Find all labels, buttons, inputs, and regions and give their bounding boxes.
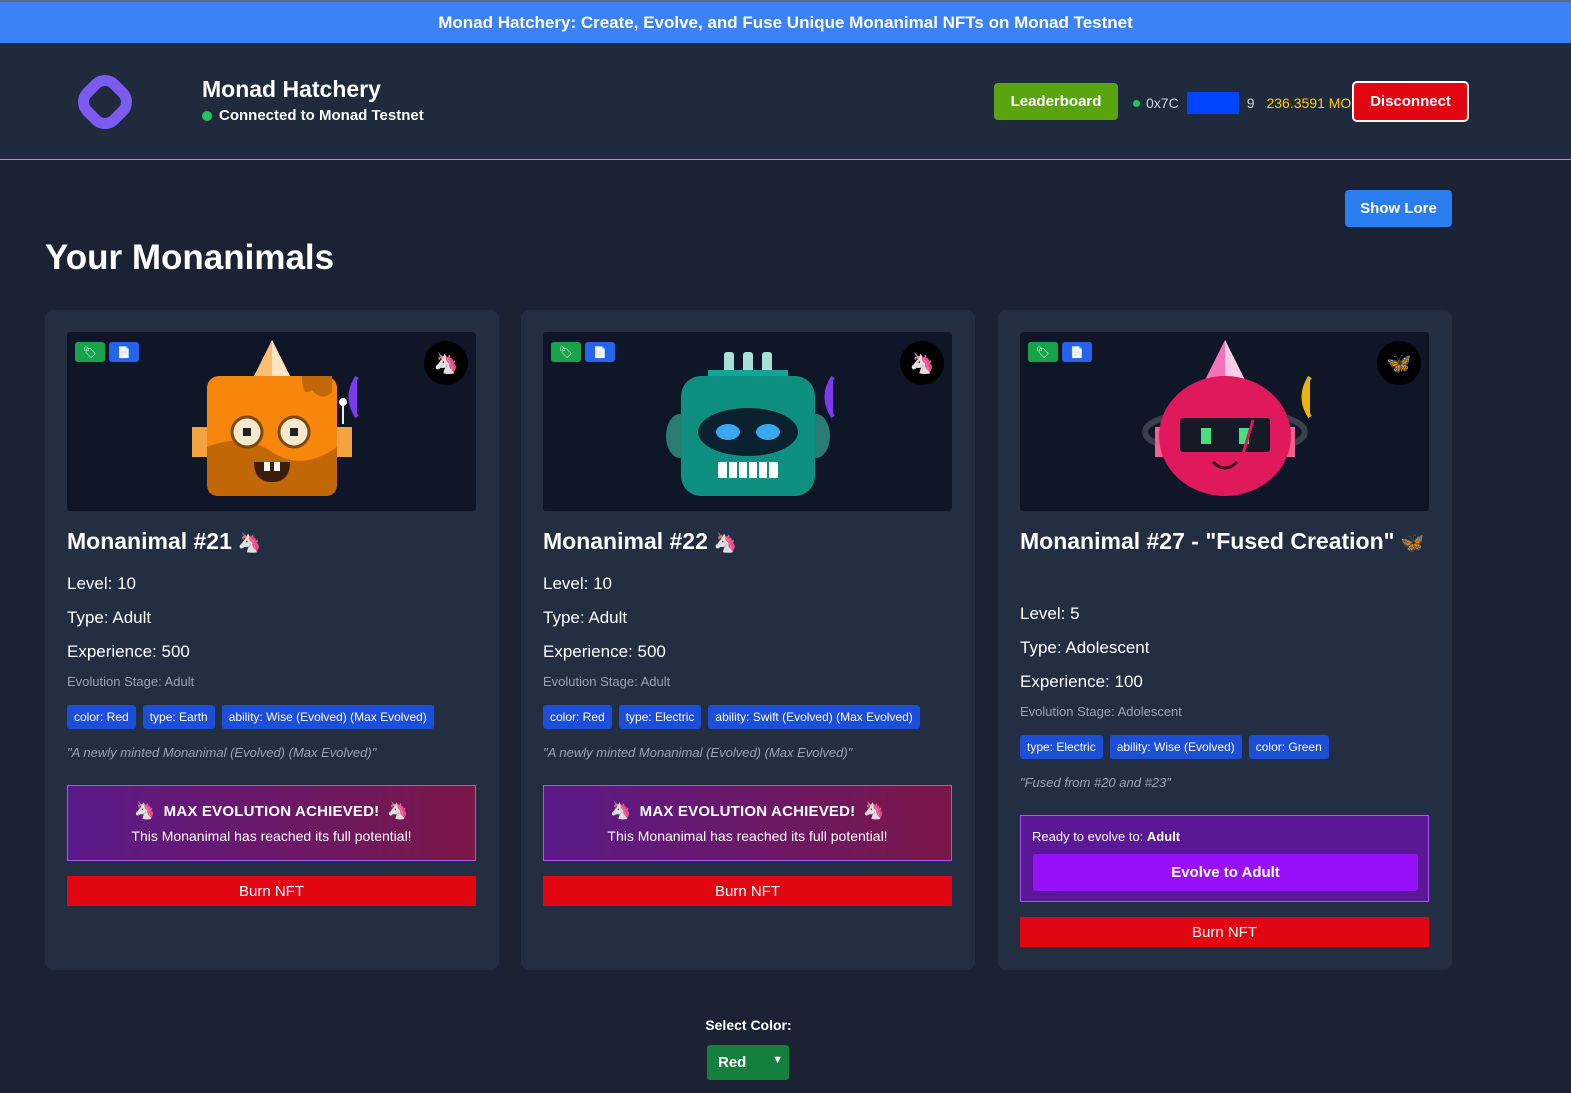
color-select-value: Red (718, 1054, 747, 1071)
leaderboard-button[interactable]: Leaderboard (994, 83, 1118, 120)
banner-text: Monad Hatchery: Create, Evolve, and Fuse… (438, 12, 1133, 32)
level-stat: Level: 5 (1020, 604, 1080, 623)
connection-status: Connected to Monad Testnet (202, 107, 424, 124)
pink-robot-creature (1142, 340, 1312, 496)
attribute-tag: ability: Wise (Evolved) (Max Evolved) (221, 705, 434, 729)
card-title: Monanimal #22 🦄 (543, 526, 953, 559)
burn-nft-button[interactable]: Burn NFT (543, 876, 952, 906)
page-title: Your Monanimals (45, 238, 335, 277)
level-stat: Level: 10 (67, 574, 136, 593)
burn-nft-button[interactable]: Burn NFT (1020, 917, 1429, 947)
experience-stat: Experience: 500 (543, 642, 666, 661)
attribute-tags: color: Red type: Electric ability: Swift… (543, 705, 920, 729)
app-title: Monad Hatchery (202, 76, 381, 102)
max-evolution-subtitle: This Monanimal has reached its full pote… (607, 828, 888, 844)
unicorn-icon: 🦄 (424, 341, 468, 385)
select-color-label: Select Color: (705, 1017, 792, 1033)
attribute-tag: color: Red (543, 705, 612, 729)
experience-stat: Experience: 100 (1020, 672, 1143, 691)
document-badge-icon[interactable]: 📄 (585, 342, 615, 362)
disconnect-button[interactable]: Disconnect (1352, 81, 1469, 122)
connected-indicator-icon (202, 110, 212, 121)
card-title-text: Monanimal #22 (543, 528, 708, 554)
max-evolution-banner: 🦄 MAX EVOLUTION ACHIEVED! 🦄 This Monanimal… (67, 785, 476, 861)
attribute-tag: ability: Wise (Evolved) (1109, 735, 1242, 759)
document-badge-icon[interactable]: 📄 (1062, 342, 1092, 362)
redacted-address-block (1186, 92, 1239, 114)
document-badge-icon[interactable]: 📄 (109, 342, 139, 362)
monanimal-image: 🏷 📄 🦋 (1020, 332, 1429, 511)
max-evolution-subtitle: This Monanimal has reached its full pote… (131, 828, 412, 844)
tag-badge-icon[interactable]: 🏷 (1028, 342, 1058, 362)
wallet-address-prefix: 0x7C (1146, 95, 1179, 111)
ready-prefix: Ready to evolve to: (1032, 829, 1144, 844)
evolution-stage: Evolution Stage: Adult (543, 674, 671, 689)
unicorn-icon: 🦄 (387, 801, 409, 820)
attribute-tags: color: Red type: Earth ability: Wise (Ev… (67, 705, 434, 729)
tag-badge-icon[interactable]: 🏷 (75, 342, 105, 362)
wallet-status-icon (1133, 99, 1140, 107)
monanimal-card: 🏷 📄 🦄 Monanimal #21 🦄 Level: 10 Type: Adu… (45, 310, 499, 970)
type-stat: Type: Adolescent (1020, 638, 1150, 657)
unicorn-icon: 🦄 (900, 341, 944, 385)
evolution-stage: Evolution Stage: Adolescent (1020, 704, 1182, 719)
butterfly-icon: 🦋 (1377, 341, 1421, 385)
type-stat: Type: Adult (543, 608, 628, 627)
monanimal-card: 🏷 📄 🦄 Monanimal #22 🦄 Level: 10 Type: Adu… (521, 310, 975, 970)
app-header: Monad Hatchery Connected to Monad Testne… (0, 43, 1571, 160)
unicorn-icon: 🦄 (713, 533, 738, 554)
attribute-tag: ability: Swift (Evolved) (Max Evolved) (708, 705, 920, 729)
card-title-text: Monanimal #21 (67, 528, 232, 554)
wallet-address-suffix: 9 (1246, 95, 1255, 111)
burn-nft-button[interactable]: Burn NFT (67, 876, 476, 906)
card-description: "Fused from #20 and #23" (1020, 775, 1171, 790)
attribute-tag: type: Electric (1020, 735, 1103, 759)
connection-status-text: Connected to Monad Testnet (219, 107, 424, 124)
attribute-tag: color: Red (67, 705, 136, 729)
attribute-tag: type: Electric (618, 705, 702, 729)
orange-robot-creature (192, 340, 359, 496)
experience-stat: Experience: 500 (67, 642, 190, 661)
card-title: Monanimal #27 - "Fused Creation" 🦋 (1020, 526, 1430, 559)
attribute-tags: type: Electric ability: Wise (Evolved) c… (1020, 735, 1329, 759)
show-lore-button[interactable]: Show Lore (1345, 190, 1452, 227)
monad-logo-icon (78, 75, 132, 129)
card-title: Monanimal #21 🦄 (67, 526, 477, 559)
max-evolution-title: MAX EVOLUTION ACHIEVED! (639, 803, 856, 820)
card-title-text: Monanimal #27 - "Fused Creation" (1020, 528, 1395, 554)
level-stat: Level: 10 (543, 574, 612, 593)
max-evolution-title: MAX EVOLUTION ACHIEVED! (163, 803, 380, 820)
unicorn-icon: 🦄 (863, 801, 885, 820)
wallet-balance: 236.3591 MON (1266, 95, 1362, 111)
attribute-tag: color: Green (1248, 735, 1329, 759)
teal-robot-creature (666, 352, 835, 496)
unicorn-icon: 🦄 (610, 801, 632, 820)
card-description: "A newly minted Monanimal (Evolved) (Max… (543, 745, 853, 760)
ready-to-evolve-text: Ready to evolve to: Adult (1032, 829, 1180, 844)
ready-target: Adult (1146, 829, 1181, 844)
unicorn-icon: 🦄 (134, 801, 156, 820)
max-evolution-banner: 🦄 MAX EVOLUTION ACHIEVED! 🦄 This Monanimal… (543, 785, 952, 861)
evolve-button[interactable]: Evolve to Adult (1033, 854, 1418, 891)
tag-badge-icon[interactable]: 🏷 (551, 342, 581, 362)
card-description: "A newly minted Monanimal (Evolved) (Max… (67, 745, 377, 760)
monanimal-image: 🏷 📄 🦄 (67, 332, 476, 511)
wallet-info: 0x7C 9 236.3591 MON (1133, 92, 1361, 114)
butterfly-icon: 🦋 (1400, 533, 1425, 554)
type-stat: Type: Adult (67, 608, 152, 627)
evolve-panel: Ready to evolve to: Adult Evolve to Adul… (1020, 815, 1429, 902)
monanimal-card: 🏷 📄 🦋 Monanimal #27 - "Fused Creation" 🦋 … (998, 310, 1452, 970)
chevron-down-icon: ▼ (772, 1054, 783, 1066)
color-select[interactable]: Red ▼ (707, 1045, 789, 1080)
evolution-stage: Evolution Stage: Adult (67, 674, 195, 689)
attribute-tag: type: Earth (142, 705, 215, 729)
unicorn-icon: 🦄 (237, 533, 262, 554)
top-banner: Monad Hatchery: Create, Evolve, and Fuse… (0, 0, 1571, 43)
monanimal-image: 🏷 📄 🦄 (543, 332, 952, 511)
